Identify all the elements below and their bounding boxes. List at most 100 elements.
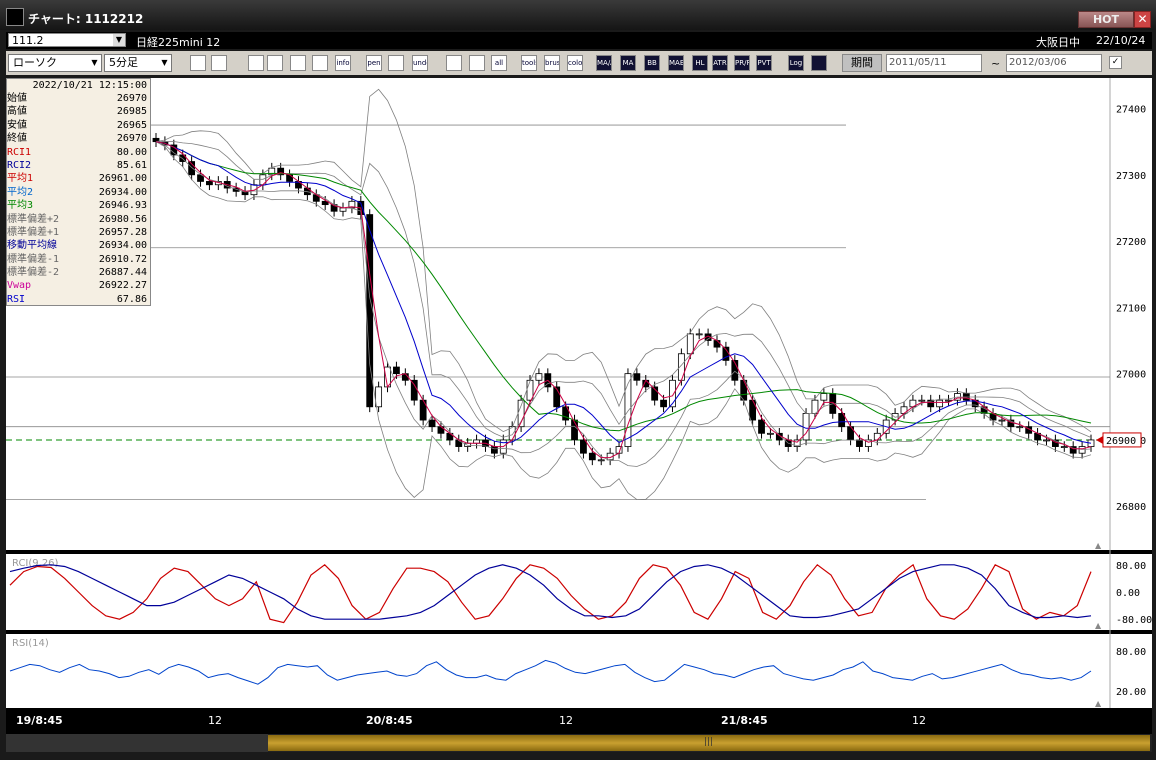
period-button[interactable]: 期間 bbox=[842, 54, 882, 72]
candle-up-icon[interactable] bbox=[446, 55, 462, 71]
time-tick-label: 20/8:45 bbox=[366, 714, 413, 727]
ma-icon[interactable]: MA bbox=[620, 55, 636, 71]
candle bbox=[936, 399, 944, 408]
grip-icon: ||| bbox=[704, 737, 714, 747]
compare-icon[interactable] bbox=[312, 55, 328, 71]
draw-trend-icon[interactable] bbox=[248, 55, 264, 71]
toolbar: ローソク ▼ 5分足 ▼ infopen undo all tools brush col… bbox=[6, 51, 1152, 75]
data-row-label: 安値 bbox=[7, 119, 27, 131]
scroll-up-icon: ▲ bbox=[1095, 621, 1102, 630]
data-row-label: 始値 bbox=[7, 93, 27, 104]
hot-button[interactable]: HOT bbox=[1078, 11, 1134, 28]
data-row-value: 26970 bbox=[116, 133, 147, 145]
pvt-icon[interactable]: PVT bbox=[756, 55, 772, 71]
date-to-field[interactable]: 2012/03/06 bbox=[1006, 54, 1102, 72]
candle bbox=[410, 379, 418, 401]
data-row-label: 平均3 bbox=[7, 200, 34, 212]
candle bbox=[597, 459, 605, 462]
all-icon[interactable]: all bbox=[491, 55, 507, 71]
data-row-label: 標準偏差+1 bbox=[7, 226, 60, 238]
data-row: 標準偏差+1 26957.28 bbox=[7, 226, 150, 239]
export-icon[interactable] bbox=[811, 55, 827, 71]
candle bbox=[856, 439, 863, 447]
hl-icon[interactable]: HL bbox=[692, 55, 708, 71]
candle bbox=[1060, 446, 1068, 448]
candle bbox=[375, 386, 383, 408]
bar-chart-icon[interactable] bbox=[290, 55, 306, 71]
cursor-icon[interactable] bbox=[388, 55, 404, 71]
time-tick-label: 21/8:45 bbox=[721, 714, 768, 727]
ma-ab-icon[interactable]: MA/AB bbox=[596, 55, 612, 71]
horizontal-scrollbar[interactable]: ||| bbox=[6, 734, 1152, 752]
data-row-value: 26946.93 bbox=[98, 200, 147, 212]
data-row-label: 標準偏差+2 bbox=[7, 213, 60, 225]
data-row-value: 67.86 bbox=[116, 293, 147, 305]
price-tick-label: 27000 bbox=[1116, 370, 1146, 381]
pen-icon[interactable]: pen bbox=[366, 55, 382, 71]
log-icon[interactable]: Log bbox=[788, 55, 804, 71]
market-name: 大阪日中 bbox=[1036, 36, 1080, 49]
split-window-icon[interactable] bbox=[211, 55, 227, 71]
interval-value: 5分足 bbox=[109, 56, 138, 69]
date-range-separator: ~ bbox=[991, 57, 1001, 70]
candle bbox=[767, 432, 774, 435]
data-row: 高値 26985 bbox=[7, 105, 150, 118]
checkbox[interactable]: ✓ bbox=[1109, 56, 1122, 69]
pr-ra-icon[interactable]: PR/RA bbox=[734, 55, 750, 71]
candle bbox=[633, 373, 641, 381]
interval-select[interactable]: 5分足 ▼ bbox=[104, 54, 172, 72]
candle bbox=[998, 419, 1006, 422]
window-title: チャート: 1112212 bbox=[28, 12, 144, 26]
data-row-label: Vwap bbox=[7, 280, 32, 292]
data-row-label: 平均1 bbox=[7, 173, 34, 185]
chevron-down-icon[interactable]: ▼ bbox=[88, 55, 101, 71]
data-window: 2022/10/21 12:15:00 始値 26970 高値 26985 安値 2696… bbox=[6, 78, 151, 306]
close-icon[interactable]: ✕ bbox=[1134, 11, 1151, 28]
chart-area[interactable]: 2740027300272002710027000269002680026900… bbox=[6, 78, 1152, 734]
tools-icon[interactable]: tools bbox=[521, 55, 537, 71]
chevron-down-icon[interactable]: ▼ bbox=[158, 55, 171, 71]
data-row-value: 26985 bbox=[116, 106, 147, 118]
brush-icon[interactable]: brush bbox=[544, 55, 560, 71]
candle bbox=[918, 399, 926, 402]
candle bbox=[873, 432, 881, 441]
mae-icon[interactable]: MAE bbox=[668, 55, 684, 71]
search-chart-icon[interactable] bbox=[267, 55, 283, 71]
scrollbar-overview bbox=[6, 734, 268, 752]
candle-down-icon[interactable] bbox=[469, 55, 485, 71]
data-row: 標準偏差+2 26980.56 bbox=[7, 213, 150, 226]
candle bbox=[1043, 439, 1050, 442]
data-row-value: 26934.00 bbox=[98, 240, 147, 252]
chart-type-select[interactable]: ローソク ▼ bbox=[8, 54, 102, 72]
undo-icon[interactable]: undo bbox=[412, 55, 428, 71]
chevron-down-icon[interactable]: ▼ bbox=[113, 34, 125, 46]
info-icon[interactable]: info bbox=[335, 55, 351, 71]
rci-tick-label: 0.00 bbox=[1116, 588, 1140, 599]
data-row: RCI1 80.00 bbox=[7, 146, 150, 159]
app-icon bbox=[6, 8, 24, 26]
rsi-tick-label: 80.00 bbox=[1116, 647, 1146, 658]
price-tick-label: 27100 bbox=[1116, 303, 1146, 314]
color-icon[interactable]: color bbox=[567, 55, 583, 71]
symbol-input[interactable]: 111.2 ▼ bbox=[8, 33, 126, 47]
atr-icon[interactable]: ATR bbox=[712, 55, 728, 71]
data-row-value: 26961.00 bbox=[98, 173, 147, 185]
candle bbox=[695, 333, 703, 336]
data-row-value: 26970 bbox=[116, 93, 147, 104]
data-row-label: 標準偏差-1 bbox=[7, 253, 60, 265]
candle bbox=[749, 399, 757, 421]
candle bbox=[473, 439, 480, 444]
zoom-search-icon[interactable] bbox=[190, 55, 206, 71]
rsi-panel bbox=[6, 634, 1152, 708]
candle bbox=[820, 393, 828, 401]
bb-icon[interactable]: BB bbox=[644, 55, 660, 71]
data-row-value: 26922.27 bbox=[98, 280, 147, 292]
data-row: 安値 26965 bbox=[7, 119, 150, 132]
price-tick-label: 27400 bbox=[1116, 105, 1146, 116]
price-tick-label: 27200 bbox=[1116, 237, 1146, 248]
data-row-label: RCI2 bbox=[7, 159, 32, 171]
candle bbox=[660, 399, 667, 408]
date-from-field[interactable]: 2011/05/11 bbox=[886, 54, 982, 72]
candle bbox=[490, 446, 498, 454]
data-row: 平均2 26934.00 bbox=[7, 186, 150, 199]
